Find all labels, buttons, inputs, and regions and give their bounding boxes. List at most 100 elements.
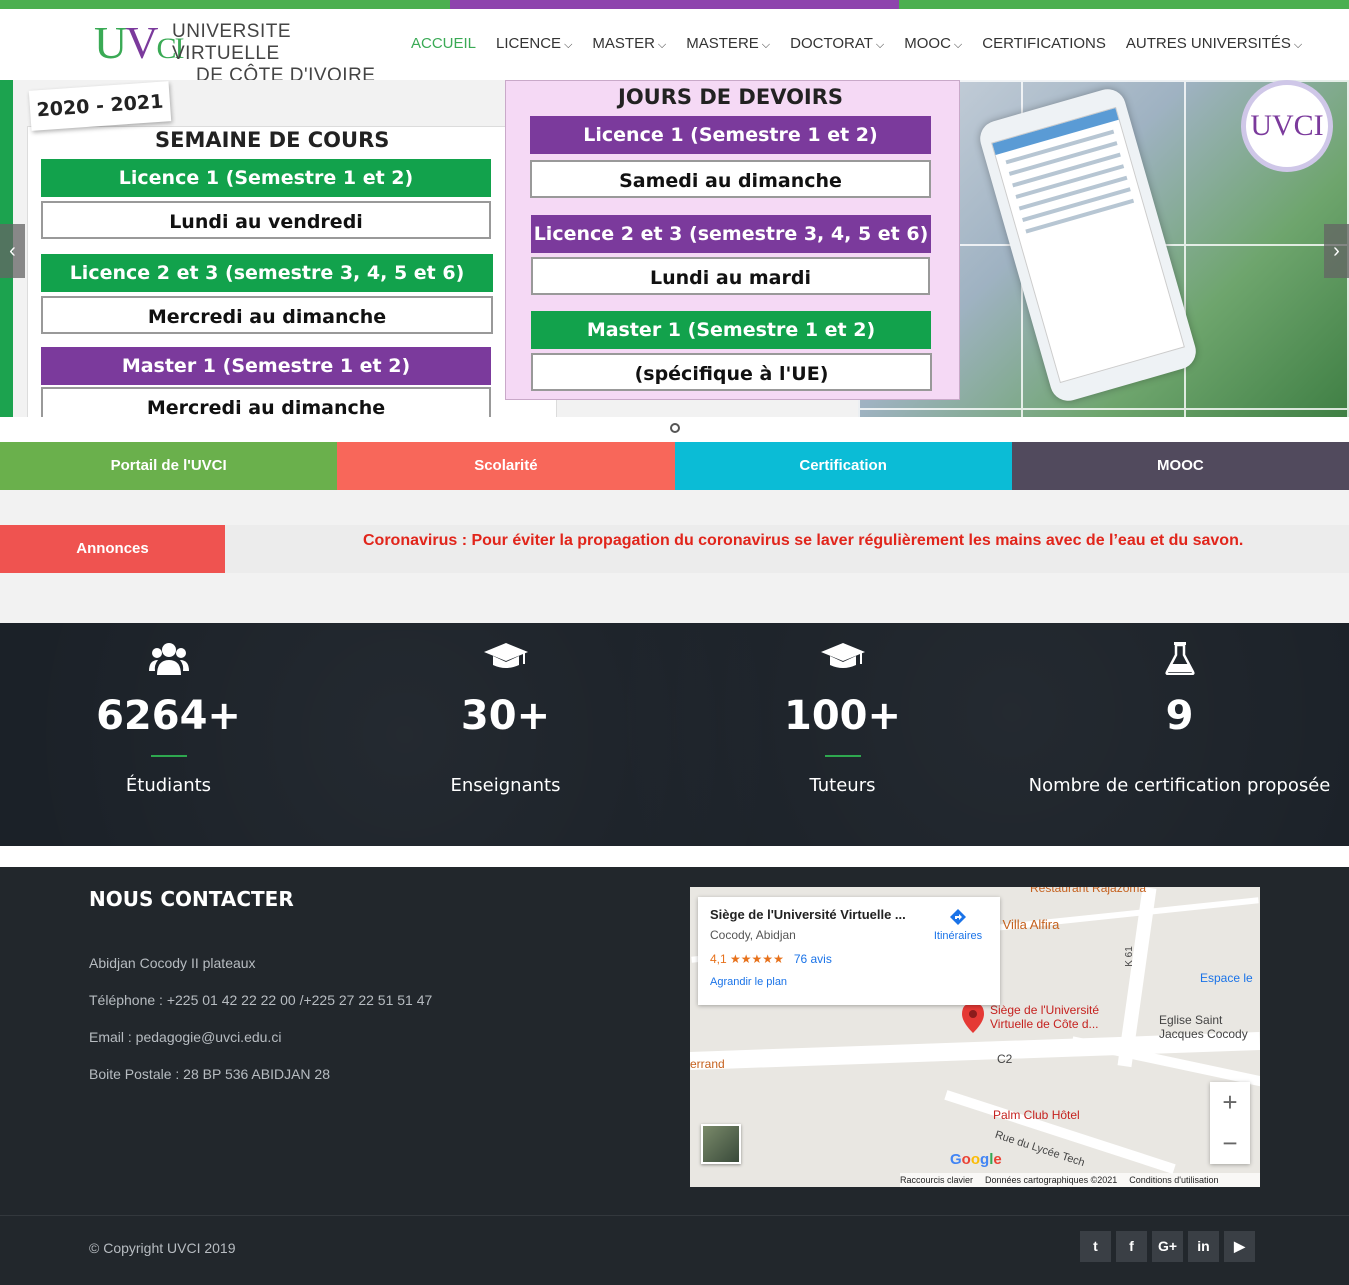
- footer-bottom: © Copyright UVCI 2019 t f G+ in ▶: [0, 1215, 1349, 1285]
- right-row-2-head: Licence 2 et 3 (semestre 3, 4, 5 et 6): [531, 215, 931, 253]
- stat-certifications: 9 Nombre de certification proposée: [1011, 623, 1348, 846]
- contact-phone: Téléphone : +225 01 42 22 22 00 /+225 27…: [89, 992, 433, 1008]
- contact-title: NOUS CONTACTER: [89, 887, 294, 911]
- announcement-text[interactable]: Coronavirus : Pour éviter la propagation…: [363, 532, 1243, 550]
- stat-certifications-value: 9: [1165, 693, 1194, 739]
- site-logo[interactable]: UVCI UNIVERSITE VIRTUELLE DE CÔTE D'IVOI…: [94, 17, 384, 86]
- map-zoom-controls: + −: [1210, 1082, 1250, 1164]
- right-row-3-head: Master 1 (Semestre 1 et 2): [531, 311, 931, 349]
- nav-accueil[interactable]: ACCUEIL: [411, 35, 476, 52]
- slider-dot[interactable]: [670, 423, 680, 433]
- logo-mark: UVCI: [94, 17, 184, 68]
- announcements-label[interactable]: Annonces: [0, 525, 225, 573]
- nav-certifications-label: CERTIFICATIONS: [982, 35, 1106, 52]
- stat-certifications-label: Nombre de certification proposée: [1028, 775, 1331, 796]
- map-label-pin: Siège de l'Université Virtuelle de Côte …: [990, 1003, 1100, 1031]
- chevron-down-icon: ⌵: [953, 39, 963, 51]
- site-header: UVCI UNIVERSITE VIRTUELLE DE CÔTE D'IVOI…: [0, 9, 1349, 86]
- map-enlarge-link[interactable]: Agrandir le plan: [710, 976, 988, 988]
- map-footer: Raccourcis clavier Données cartographiqu…: [900, 1173, 1260, 1187]
- stat-divider: [150, 755, 187, 757]
- quick-link-certification[interactable]: Certification: [674, 442, 1012, 490]
- stat-students-label: Étudiants: [125, 775, 212, 796]
- chevron-down-icon: ⌵: [564, 39, 573, 51]
- stat-tutors: 100+ Tuteurs: [674, 623, 1011, 846]
- youtube-icon[interactable]: ▶: [1224, 1231, 1255, 1262]
- nav-certifications[interactable]: CERTIFICATIONS: [982, 35, 1106, 52]
- stat-students: 6264+ Étudiants: [0, 623, 337, 846]
- twitter-icon[interactable]: t: [1080, 1231, 1111, 1262]
- nav-autres-label: AUTRES UNIVERSITÉS: [1125, 35, 1291, 52]
- nav-mooc-label: MOOC: [904, 35, 951, 52]
- copyright: © Copyright UVCI 2019: [89, 1240, 236, 1256]
- chevron-down-icon: ⌵: [657, 39, 667, 51]
- left-row-3-head: Master 1 (Semestre 1 et 2): [41, 347, 491, 385]
- slider-next-button[interactable]: ›: [1324, 224, 1349, 278]
- social-links: t f G+ in ▶: [1080, 1231, 1255, 1262]
- map-satellite-toggle[interactable]: [701, 1124, 741, 1164]
- google-plus-icon[interactable]: G+: [1152, 1231, 1183, 1262]
- map-label-errand: errand: [690, 1057, 725, 1071]
- contact-postal: Boite Postale : 28 BP 536 ABIDJAN 28: [89, 1066, 331, 1082]
- nav-master[interactable]: MASTER ⌵: [592, 35, 666, 52]
- stat-divider: [824, 755, 861, 757]
- quick-link-portail[interactable]: Portail de l'UVCI: [0, 442, 338, 490]
- map-pin-icon[interactable]: [962, 1003, 984, 1033]
- left-row-1-head: Licence 1 (Semestre 1 et 2): [41, 159, 491, 197]
- linkedin-icon[interactable]: in: [1188, 1231, 1219, 1262]
- map-label-eglise: Eglise Saint Jacques Cocody: [1159, 1013, 1248, 1041]
- nav-mastere-label: MASTERE: [686, 35, 759, 52]
- course-week-title: SEMAINE DE COURS: [155, 128, 390, 152]
- facebook-icon[interactable]: f: [1116, 1231, 1147, 1262]
- homework-days-title: JOURS DE DEVOIRS: [618, 85, 844, 109]
- nav-master-label: MASTER: [592, 35, 655, 52]
- left-row-3-value: Mercredi au dimanche: [41, 387, 491, 417]
- map-directions-button[interactable]: Itinéraires: [928, 907, 988, 942]
- chevron-down-icon: ⌵: [875, 39, 885, 51]
- stat-teachers-label: Enseignants: [450, 775, 561, 796]
- top-bar-green-right: [899, 0, 1349, 9]
- right-row-2-value: Lundi au mardi: [531, 257, 930, 295]
- map-zoom-out-button[interactable]: −: [1210, 1123, 1250, 1164]
- map-keyboard-shortcuts[interactable]: Raccourcis clavier: [900, 1173, 973, 1187]
- chevron-down-icon: ⌵: [761, 39, 771, 51]
- map-label-palm: Palm Club Hôtel: [993, 1108, 1080, 1122]
- quick-links: Portail de l'UVCI Scolarité Certificatio…: [0, 442, 1349, 490]
- map-data-credit: Données cartographiques ©2021: [985, 1175, 1118, 1185]
- google-logo: Google: [950, 1151, 1002, 1168]
- quick-link-mooc[interactable]: MOOC: [1011, 442, 1349, 490]
- logo-text: UNIVERSITE VIRTUELLE DE CÔTE D'IVOIRE: [172, 21, 384, 87]
- year-tag: 2020 - 2021: [28, 81, 172, 131]
- left-row-2-value: Mercredi au dimanche: [41, 296, 493, 334]
- right-row-1-value: Samedi au dimanche: [530, 160, 931, 198]
- logo-line-1: UNIVERSITE VIRTUELLE: [172, 21, 292, 64]
- nav-mooc[interactable]: MOOC ⌵: [904, 35, 962, 52]
- chevron-right-icon: ›: [1333, 240, 1340, 262]
- nav-licence[interactable]: LICENCE ⌵: [496, 35, 572, 52]
- graduation-cap-icon: [674, 641, 1011, 681]
- nav-licence-label: LICENCE: [496, 35, 562, 52]
- star-rating-icon: ★★★★★: [730, 952, 784, 966]
- stats-section: 6264+ Étudiants 30+ Enseignants 100+ Tut…: [0, 623, 1349, 846]
- chevron-down-icon: ⌵: [1293, 39, 1303, 51]
- map-rating: 4,1 ★★★★★ 76 avis: [710, 952, 832, 966]
- nav-accueil-label: ACCUEIL: [411, 35, 477, 52]
- google-map[interactable]: Restaurant Rajazoma nt La Villa Alfira K…: [690, 887, 1260, 1187]
- top-bar-purple: [450, 0, 899, 9]
- top-bar-green-left: [0, 0, 450, 9]
- map-terms-link[interactable]: Conditions d'utilisation: [1129, 1173, 1218, 1187]
- slider-prev-button[interactable]: ‹: [0, 224, 25, 278]
- users-icon: [0, 641, 337, 681]
- right-row-3-value: (spécifique à l'UE): [531, 353, 932, 391]
- nav-autres-universites[interactable]: AUTRES UNIVERSITÉS ⌵: [1126, 35, 1302, 52]
- map-zoom-in-button[interactable]: +: [1210, 1082, 1250, 1123]
- nav-doctorat[interactable]: DOCTORAT ⌵: [790, 35, 884, 52]
- map-label-c2: C2: [997, 1052, 1013, 1066]
- contact-email[interactable]: Email : pedagogie@uvci.edu.ci: [89, 1029, 281, 1045]
- nav-mastere[interactable]: MASTERE ⌵: [686, 35, 770, 52]
- directions-icon: [950, 909, 966, 925]
- uvci-badge: UVCI: [1241, 80, 1333, 172]
- quick-link-scolarite[interactable]: Scolarité: [337, 442, 675, 490]
- map-reviews-link[interactable]: 76 avis: [794, 952, 832, 966]
- map-label-k61: K 61: [1123, 946, 1135, 967]
